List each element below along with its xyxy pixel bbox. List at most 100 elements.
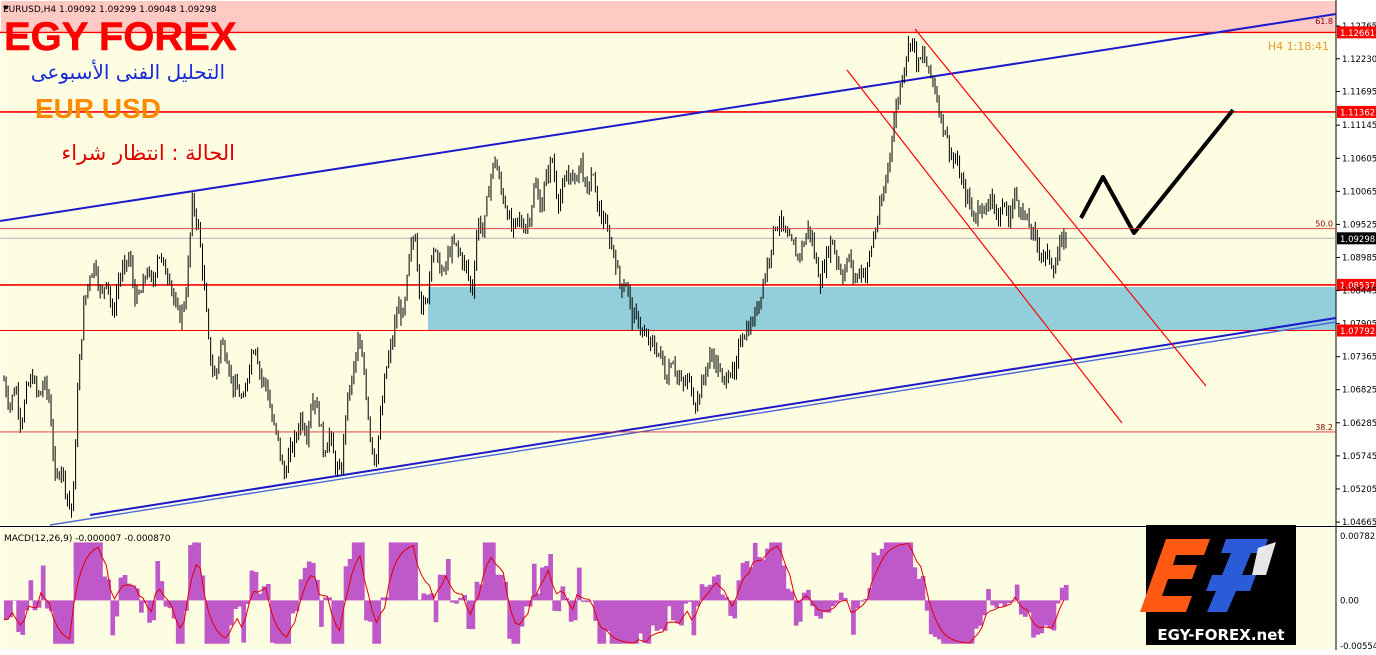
subtitle-arabic: التحليل الفنى الأسبوعى [31, 60, 225, 84]
macd-bar [344, 566, 349, 600]
macd-bar [61, 600, 66, 643]
pair-title: EUR USD [35, 93, 161, 124]
macd-bar [638, 600, 643, 633]
macd-bar [859, 600, 864, 601]
macd-bar [434, 600, 439, 622]
macd-bar [196, 543, 201, 601]
macd-bar [655, 600, 660, 630]
macd-bar [1039, 600, 1044, 633]
macd-bar [233, 600, 238, 609]
macd-bar [929, 600, 934, 634]
macd-bar [200, 576, 205, 601]
macd-bar [683, 600, 688, 603]
macd-bar [990, 600, 995, 605]
macd-bar [757, 557, 762, 600]
macd-bar [839, 593, 844, 601]
macd-bar [671, 600, 676, 620]
macd-bar [900, 542, 905, 600]
macd-bar [1043, 600, 1048, 625]
macd-bar [139, 600, 144, 612]
macd-bar [217, 600, 222, 643]
macd-bar [397, 542, 402, 600]
macd-bar [131, 586, 136, 601]
logo-text: EGY-FOREX.net [1157, 626, 1284, 644]
macd-bar [278, 600, 283, 643]
macd-bar [491, 542, 496, 600]
macd-bar [192, 542, 197, 600]
macd-bar [614, 600, 619, 643]
macd-bar [896, 542, 901, 600]
macd-bar [687, 600, 692, 602]
macd-bar [786, 589, 791, 601]
axis-label-16: 1.06825 [1342, 386, 1376, 396]
macd-bar [335, 600, 340, 643]
macd-bar [254, 572, 259, 600]
macd-bar [606, 600, 611, 631]
axis-badge-label-14: 1.07792 [1340, 327, 1375, 337]
macd-bar [1048, 600, 1053, 628]
macd-bar [953, 600, 958, 643]
symbol-header: EURUSD,H4 1.09092 1.09299 1.09048 1.0929… [3, 5, 217, 15]
macd-bar [843, 598, 848, 600]
macd-bar [4, 600, 9, 619]
chart-window: 61.850.038.2 1.127651.126611.122301.1169… [0, 0, 1376, 650]
macd-bar [712, 576, 717, 600]
macd-bar [581, 600, 586, 601]
macd-bar [33, 600, 38, 610]
macd-bar [904, 542, 909, 600]
macd-bar [970, 600, 975, 643]
fibo-label-0: 61.8 [1315, 17, 1333, 26]
macd-bar [884, 542, 889, 600]
macd-bar [552, 600, 557, 610]
macd-bar [450, 600, 455, 602]
macd-bar [286, 600, 291, 643]
axis-label-12: 1.08445 [1342, 287, 1376, 297]
macd-bar [20, 600, 25, 635]
macd-bar [855, 600, 860, 608]
macd-bar [127, 584, 132, 601]
macd-bar [290, 600, 295, 613]
macd-bar [994, 600, 999, 607]
macd-bar [974, 600, 979, 628]
macd-bar [1031, 600, 1036, 637]
macd-bar [229, 600, 234, 625]
macd-bar [876, 555, 881, 600]
macd-bar [78, 542, 83, 600]
axis-label-7: 1.10065 [1342, 187, 1376, 197]
macd-bar [651, 600, 656, 625]
macd-bar [761, 560, 766, 601]
macd-bar [912, 567, 917, 600]
macd-bar [1035, 600, 1040, 634]
macd-bar [495, 575, 500, 601]
macd-bar [753, 543, 758, 601]
macd-bar [642, 600, 647, 643]
macd-bar [675, 600, 680, 622]
axis-label-8: 1.09525 [1342, 220, 1376, 230]
macd-bar [667, 600, 672, 606]
axis-label-2: 1.12230 [1342, 55, 1376, 65]
macd-bar [82, 542, 87, 600]
axis-badge-label-4: 1.11362 [1340, 108, 1375, 118]
macd-bar [405, 542, 410, 600]
axis-label-3: 1.11695 [1342, 88, 1376, 98]
macd-bar [319, 600, 324, 627]
macd-bar [941, 600, 946, 643]
macd-bar [773, 542, 778, 600]
macd-bar [978, 600, 983, 625]
macd-bar [123, 575, 128, 600]
macd-bar [622, 600, 627, 643]
macd-bar [57, 600, 62, 643]
macd-bar [692, 600, 697, 635]
macd-bar [716, 575, 721, 601]
macd-bar [986, 589, 991, 600]
macd-bar [634, 600, 639, 643]
macd-bar [516, 600, 521, 643]
macd-axis-label-1: 0.00 [1340, 596, 1359, 606]
macd-bar [213, 600, 218, 643]
macd-bar [356, 542, 361, 600]
macd-bar [299, 579, 304, 600]
macd-bar [998, 600, 1003, 603]
macd-bar [98, 542, 103, 600]
axis-label-19: 1.05205 [1342, 485, 1376, 495]
egy-forex-logo: EGY-FOREX.net [1140, 525, 1296, 645]
